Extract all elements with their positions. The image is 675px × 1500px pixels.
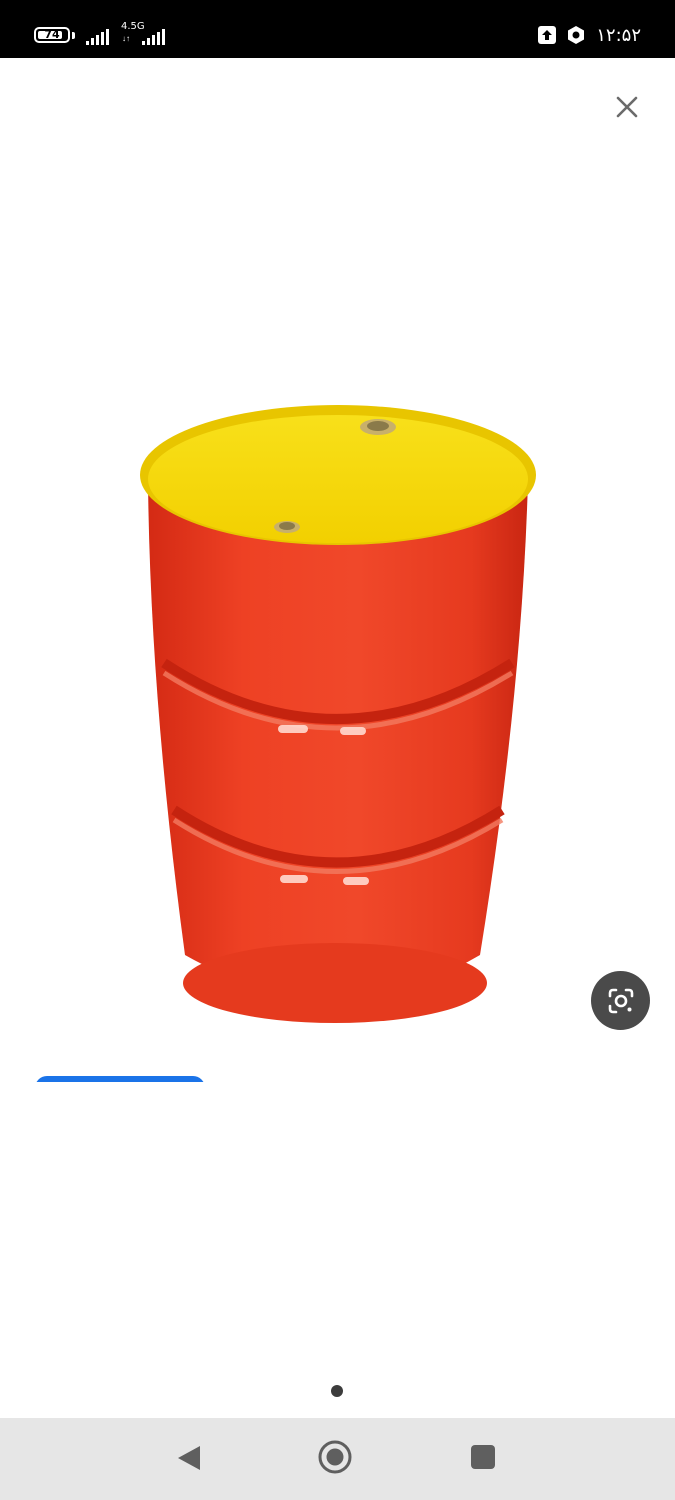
signal-icon — [86, 29, 109, 45]
google-lens-icon — [608, 988, 633, 1013]
clock: ۱۲:۵۲ — [596, 24, 641, 46]
drum-body — [148, 480, 528, 998]
page-indicator-dot — [331, 1385, 343, 1397]
hexagon-icon — [568, 26, 585, 44]
close-button[interactable] — [608, 88, 646, 126]
battery-level: 74 — [44, 28, 60, 41]
drum-lid — [148, 415, 528, 543]
status-bar: 74 4.5G ↓↑ ۱۲:۵۲ — [0, 0, 675, 58]
status-right: ۱۲:۵۲ — [538, 24, 641, 46]
drum-bottom — [183, 943, 487, 1023]
product-image[interactable] — [130, 395, 550, 1035]
signal-icon-2 — [142, 29, 165, 45]
battery-icon: 74 — [34, 27, 70, 43]
home-icon[interactable] — [318, 1440, 352, 1474]
lens-button[interactable] — [591, 971, 650, 1030]
content-mask — [30, 1082, 230, 1112]
back-icon[interactable] — [176, 1444, 202, 1472]
close-icon — [616, 96, 638, 118]
recents-icon[interactable] — [471, 1445, 495, 1469]
network-arrows: ↓↑ — [122, 34, 130, 43]
upload-icon — [538, 26, 557, 44]
battery-tip — [72, 32, 75, 39]
